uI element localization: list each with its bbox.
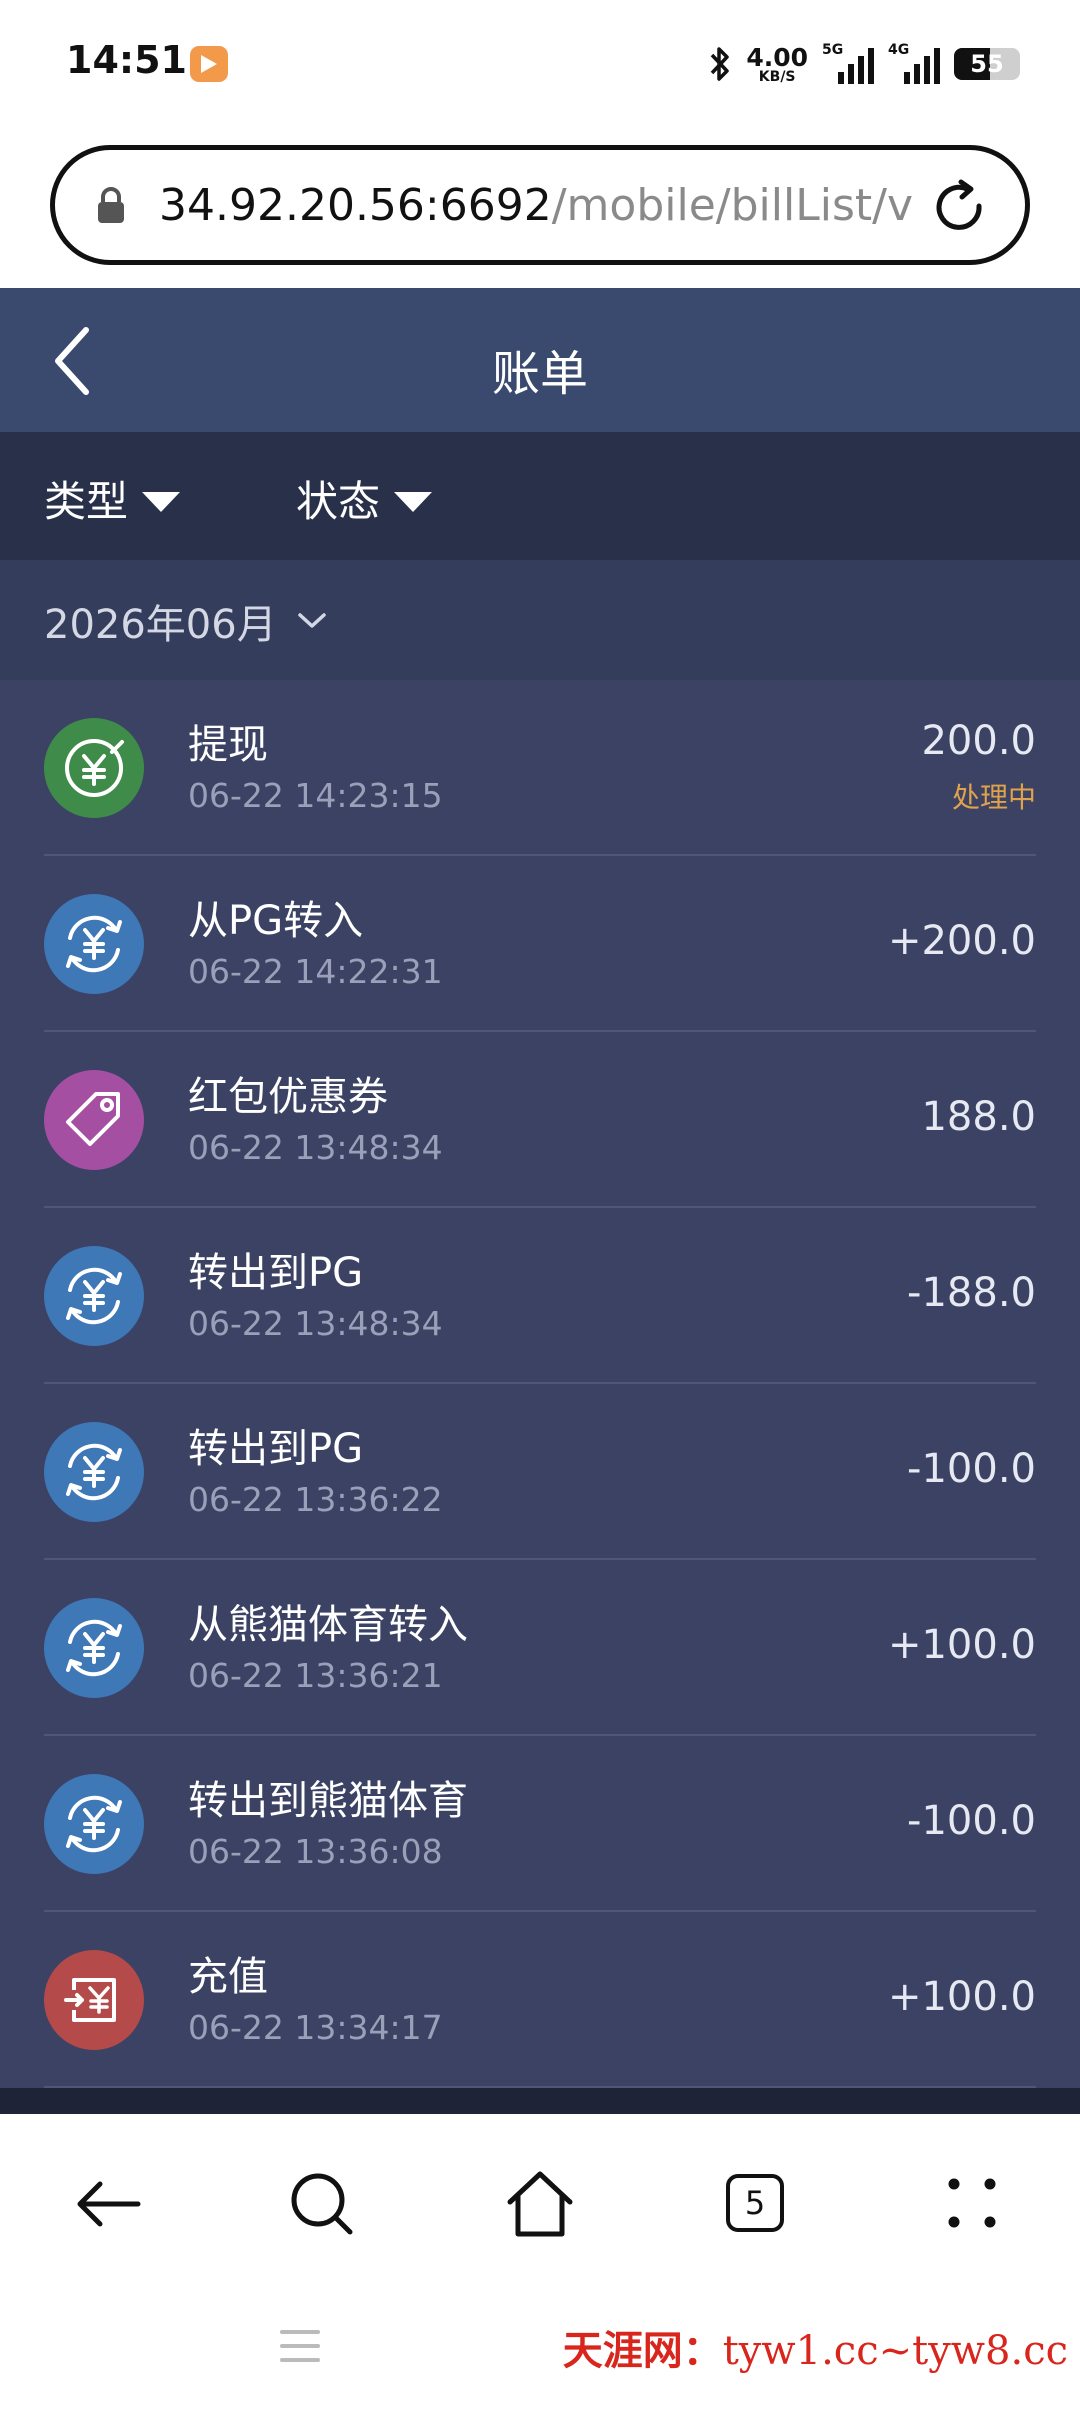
bill-row[interactable]: 提现 06-22 14:23:15 200.0 处理中 <box>0 680 1080 856</box>
withdraw-icon <box>44 718 144 818</box>
net-speed-value: 4.00 <box>746 42 808 72</box>
address-bar[interactable]: 34.92.20.56:6692/mobile/billList/v <box>50 145 1030 265</box>
status-time: 14:51 <box>66 38 187 82</box>
bill-time: 06-22 13:48:34 <box>188 1128 443 1167</box>
list-bottom-edge <box>0 2088 1080 2114</box>
month-label: 2026年06月 <box>44 602 277 648</box>
dropdown-triangle-icon <box>394 491 433 512</box>
bill-list: 提现 06-22 14:23:15 200.0 处理中 从PG转入 06-22 … <box>0 680 1080 2088</box>
status-filter-dropdown[interactable]: 状态 <box>296 468 433 529</box>
type-filter-label: 类型 <box>44 477 129 526</box>
page-title: 账单 <box>491 346 588 402</box>
url-path: /mobile/billList/v <box>551 180 913 231</box>
bill-time: 06-22 13:48:34 <box>188 1304 443 1343</box>
bill-amount: +100.0 <box>887 1974 1036 2020</box>
bill-amount: +200.0 <box>887 918 1036 964</box>
month-selector-bar: 2026年06月 <box>0 560 1080 680</box>
bluetooth-icon <box>708 44 732 84</box>
status-bar: 14:51 4.00 KB/S 5G 4G 55 <box>0 0 1080 128</box>
bill-amount: +100.0 <box>887 1622 1036 1668</box>
arrow-left-icon <box>77 2181 141 2227</box>
dropdown-triangle-icon <box>142 491 181 512</box>
menu-lines-icon <box>280 2330 320 2362</box>
bill-name: 转出到熊猫体育 <box>188 1778 468 1824</box>
watermark-en: tyw1.cc~tyw8.cc <box>722 2328 1068 2374</box>
transfer-icon <box>44 1774 144 1874</box>
bill-time: 06-22 14:22:31 <box>188 952 443 991</box>
app-icon <box>190 46 228 82</box>
transfer-icon <box>44 1422 144 1522</box>
transfer-icon <box>44 1246 144 1346</box>
lock-icon <box>95 186 127 230</box>
bill-time: 06-22 13:36:08 <box>188 1832 443 1871</box>
bill-name: 从熊猫体育转入 <box>188 1602 468 1648</box>
reload-icon[interactable] <box>927 176 991 244</box>
watermark: 天涯网：tyw1.cc~tyw8.cc <box>563 2318 1068 2376</box>
net-speed-unit: KB/S <box>758 68 796 85</box>
status-filter-label: 状态 <box>296 477 381 526</box>
signal-4g-icon: 4G <box>888 42 940 84</box>
nav-search-button[interactable] <box>282 2164 362 2244</box>
type-filter-dropdown[interactable]: 类型 <box>44 468 181 529</box>
transfer-icon <box>44 894 144 994</box>
bill-amount: -100.0 <box>907 1446 1036 1492</box>
bill-row[interactable]: 红包优惠券 06-22 13:48:34 188.0 <box>0 1032 1080 1208</box>
bill-time: 06-22 13:34:17 <box>188 2008 443 2047</box>
bill-amount: -188.0 <box>907 1270 1036 1316</box>
tabs-count: 5 <box>726 2174 784 2232</box>
url-text[interactable]: 34.92.20.56:6692/mobile/billList/v <box>159 180 949 232</box>
system-gesture-bar: 天涯网：tyw1.cc~tyw8.cc <box>0 2282 1080 2414</box>
bill-amount: 188.0 <box>921 1094 1036 1140</box>
bill-row[interactable]: 转出到PG 06-22 13:36:22 -100.0 <box>0 1384 1080 1560</box>
bill-name: 提现 <box>188 722 268 768</box>
nav-tabs-button[interactable]: 5 <box>716 2164 796 2244</box>
nav-home-button[interactable] <box>500 2164 580 2244</box>
bill-time: 06-22 14:23:15 <box>188 776 443 815</box>
bill-name: 红包优惠券 <box>188 1074 388 1120</box>
coupon-tag-icon <box>44 1070 144 1170</box>
home-icon <box>507 2171 573 2237</box>
bill-name: 转出到PG <box>188 1426 364 1472</box>
deposit-icon <box>44 1950 144 2050</box>
more-dots-icon <box>948 2178 996 2228</box>
browser-toolbar: 5 <box>0 2114 1080 2282</box>
bill-row[interactable]: 从PG转入 06-22 14:22:31 +200.0 <box>0 856 1080 1032</box>
bill-row[interactable]: 充值 06-22 13:34:17 +100.0 <box>0 1912 1080 2088</box>
bill-time: 06-22 13:36:21 <box>188 1656 443 1695</box>
bill-row[interactable]: 转出到PG 06-22 13:48:34 -188.0 <box>0 1208 1080 1384</box>
nav-menu-button[interactable] <box>932 2164 1012 2244</box>
bill-time: 06-22 13:36:22 <box>188 1480 443 1519</box>
watermark-cn: 天涯网： <box>562 2328 723 2374</box>
transfer-icon <box>44 1598 144 1698</box>
bill-name: 从PG转入 <box>188 898 364 944</box>
month-selector[interactable]: 2026年06月 <box>44 592 327 650</box>
battery-icon: 55 <box>954 48 1020 80</box>
network-speed: 4.00 KB/S <box>746 45 808 84</box>
chevron-down-icon <box>297 613 326 628</box>
battery-level: 55 <box>970 50 1004 78</box>
app-header: 账单 <box>0 288 1080 432</box>
status-indicators: 4.00 KB/S 5G 4G 55 <box>708 40 1020 88</box>
bill-status: 处理中 <box>951 781 1036 814</box>
filter-bar: 类型 状态 <box>0 432 1080 560</box>
bill-name: 转出到PG <box>188 1250 364 1296</box>
bill-amount: -100.0 <box>907 1798 1036 1844</box>
search-icon <box>291 2173 353 2235</box>
nav-back-button[interactable] <box>68 2164 148 2244</box>
bill-row[interactable]: 转出到熊猫体育 06-22 13:36:08 -100.0 <box>0 1736 1080 1912</box>
bill-row[interactable]: 从熊猫体育转入 06-22 13:36:21 +100.0 <box>0 1560 1080 1736</box>
bill-name: 充值 <box>188 1954 268 2000</box>
signal-5g-icon: 5G <box>822 42 874 84</box>
bill-amount: 200.0 <box>921 718 1036 764</box>
url-host: 34.92.20.56:6692 <box>159 180 552 231</box>
